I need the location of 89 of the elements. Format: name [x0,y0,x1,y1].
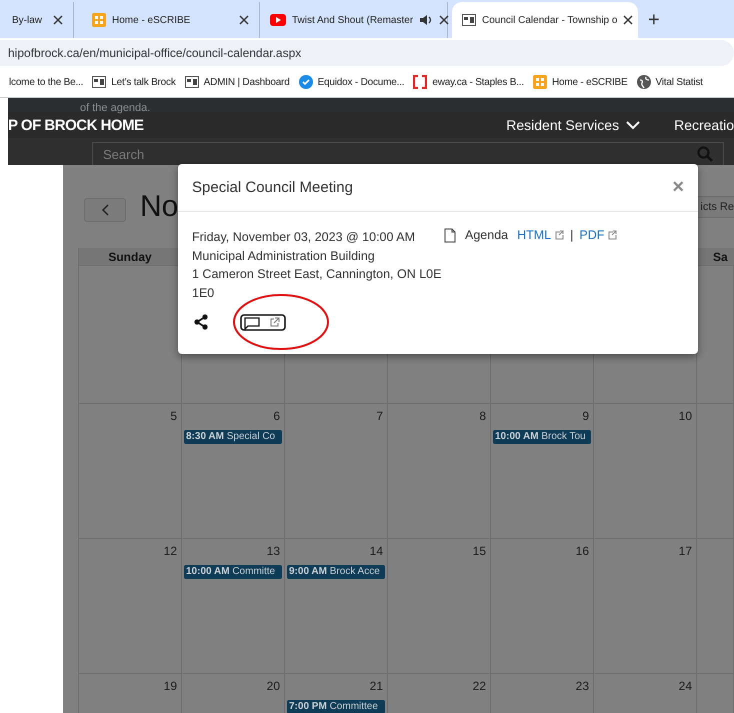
calendar-day-cell[interactable]: 6 8:30 AM Special Co [182,403,285,538]
search-icon [697,146,713,162]
flag-logo-icon [92,76,106,88]
calendar-day-cell[interactable]: 21 7:00 PM Committee [285,673,388,713]
calendar-day-cell[interactable]: 19 [79,673,182,713]
day-number: 12 [164,544,177,558]
calendar-day-cell[interactable]: 22 [388,673,491,713]
comment-link-icon [240,314,286,330]
site-title[interactable]: P OF BROCK HOME [8,116,144,134]
external-link-icon [554,230,564,240]
bookmark[interactable]: Let’s talk Brock [92,76,176,88]
address-bar[interactable]: hipofbrock.ca/en/municipal-office/council-calendar.aspx [0,40,734,66]
bookmark[interactable]: Equidox - Docume... [298,75,404,90]
chevron-left-icon [101,204,109,216]
nav-item[interactable]: Resident Services [506,117,640,133]
day-number: 20 [266,679,280,693]
bookmark[interactable]: lcome to the Be... [9,76,84,88]
calendar-day-cell[interactable]: 24 [594,673,697,713]
calendar-day-cell[interactable]: 15 [388,538,491,673]
event-chip[interactable]: 10:00 AM Brock Tou [493,430,591,444]
day-number: 16 [576,544,589,558]
agenda-link[interactable]: HTML [517,228,552,242]
flag-logo-icon [184,76,199,88]
calendar-day-cell[interactable]: 16 [491,538,594,673]
close-icon [623,15,634,25]
bookmark[interactable]: eway.ca - Staples B... [413,75,524,90]
day-number: 7 [376,409,383,423]
event-chip[interactable]: 8:30 AM Special Co [184,430,282,444]
month-title: No [140,190,178,224]
bookmark[interactable]: ADMIN | Dashboard [184,76,290,88]
flag-logo-icon [462,14,476,26]
paragraph-text: of the agenda. [80,101,150,115]
close-icon [439,15,450,25]
agenda-label: Agenda [465,228,508,242]
calendar-day-cell[interactable]: 23 [491,673,594,713]
play-logo-icon [270,14,286,26]
check-circle-icon [298,75,313,90]
day-number: 15 [472,544,486,558]
day-number: 8 [479,409,486,423]
grid-logo-icon [532,75,547,90]
event-detail: Municipal Administration Building [192,248,376,265]
day-number: 13 [266,544,280,558]
day-number: 22 [472,679,486,693]
bracket-logo-icon [413,75,428,90]
dialog-title: Special Council Meeting [192,179,353,196]
document-icon [444,228,456,243]
calendar-day-cell[interactable]: 5 [79,403,182,538]
close-icon [239,15,249,25]
calendar-day-cell[interactable]: 7 [285,403,388,538]
calendar-day-cell[interactable]: 10 [594,403,697,538]
day-number: 17 [678,544,692,558]
previous-button[interactable] [84,198,126,222]
share-icon [194,314,208,330]
filter-button[interactable]: icts Re [697,196,734,218]
calendar-day-cell[interactable]: 17 [594,538,697,673]
new-tab-button[interactable]: + [648,8,660,32]
day-number: 5 [170,409,177,423]
calendar-day-cell[interactable]: 13 10:00 AM Committe [182,538,285,673]
close-icon [53,15,63,25]
day-number: 9 [582,409,589,423]
event-detail: 1E0 [192,284,216,302]
close-button[interactable]: × [672,176,684,199]
calendar-day-cell[interactable]: 8 [388,403,491,538]
day-number: 14 [370,544,383,558]
nav-item[interactable]: Recreatio [674,117,734,133]
calendar-day-cell[interactable]: 12 [79,538,182,673]
event-detail: 1 Cameron Street East, Cannington, ON L0E [192,266,442,283]
calendar-day-cell[interactable]: 14 9:00 AM Brock Acce [285,538,388,673]
day-number: 6 [273,409,280,423]
event-chip[interactable]: 7:00 PM Committee [287,700,385,713]
day-number: 10 [678,409,692,423]
day-number: 23 [576,679,589,693]
calendar-day-cell[interactable]: 9 10:00 AM Brock Tou [491,403,594,538]
day-number: 19 [164,679,177,693]
day-number: 21 [370,679,383,693]
grid-logo-icon [92,13,106,27]
globe-icon [636,75,650,90]
agenda-link[interactable]: PDF [579,228,604,242]
bookmark[interactable]: Vital Statist [636,75,703,90]
event-detail: Friday, November 03, 2023 @ 10:00 AM [192,229,416,246]
external-link-icon [607,230,618,240]
browser-tab[interactable]: Council Calendar - Township o [452,2,638,38]
bookmark[interactable]: Home - eSCRIBE [532,75,628,90]
day-number: 24 [678,679,692,693]
event-chip[interactable]: 9:00 AM Brock Acce [287,565,385,579]
separator-text: | [570,228,574,242]
weekday-header: Sa [697,248,734,265]
calendar-day-cell[interactable]: 20 [182,673,285,713]
event-chip[interactable]: 10:00 AM Committe [184,565,282,579]
